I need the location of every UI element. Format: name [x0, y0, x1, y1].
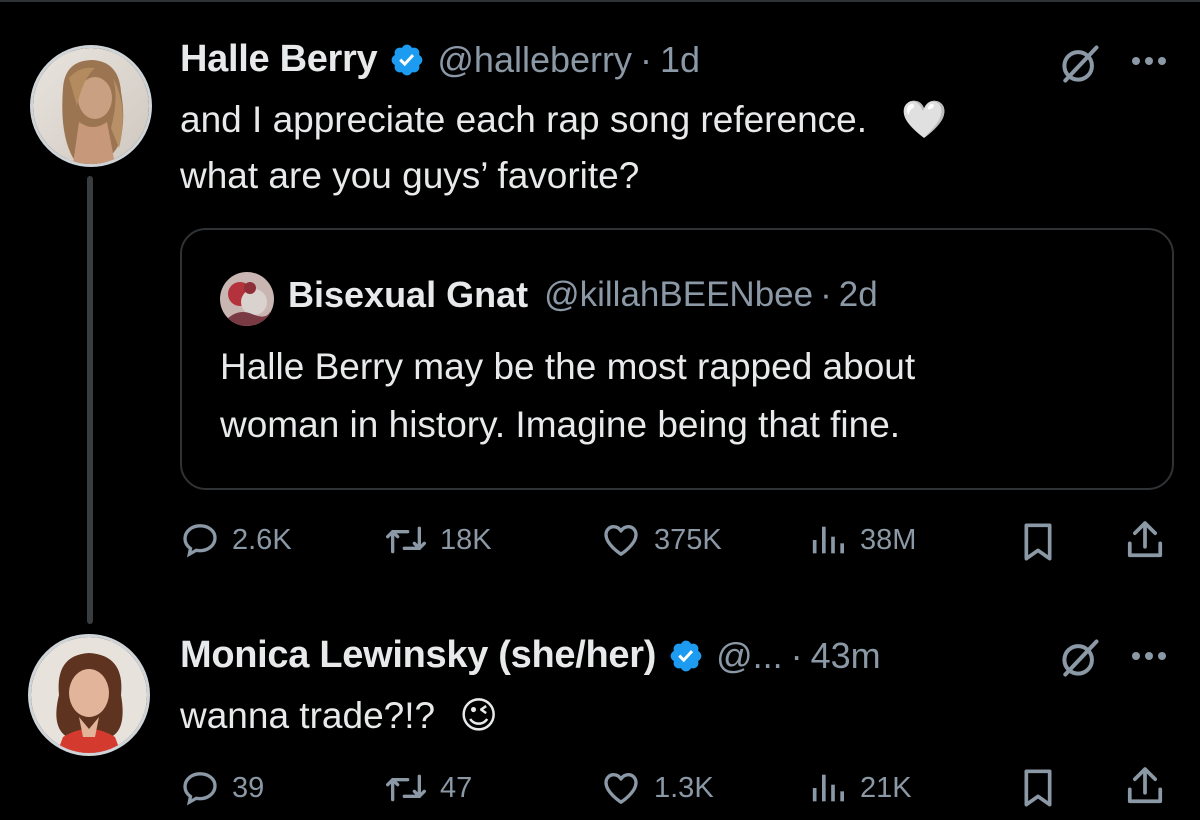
like-count: 375K — [654, 523, 722, 556]
repost-button[interactable]: 18K — [384, 520, 492, 560]
tweet-header: Halle Berry @halleberry · 1d — [180, 38, 700, 81]
author-handle[interactable]: @halleberry — [437, 39, 632, 81]
views-count: 21K — [860, 771, 912, 804]
separator-dot: · — [820, 275, 832, 314]
quoted-author-name[interactable]: Bisexual Gnat — [288, 274, 528, 316]
quoted-tweet-card[interactable]: Bisexual Gnat @killahBEENbee · 2d Halle … — [180, 228, 1174, 490]
author-name[interactable]: Halle Berry — [180, 38, 378, 81]
reply-button[interactable]: 2.6K — [180, 520, 292, 560]
quoted-author-handle[interactable]: @killahBEENbee — [544, 275, 813, 315]
grok-icon[interactable] — [1058, 636, 1102, 680]
reply-count: 39 — [232, 771, 265, 804]
bookmark-icon — [1024, 523, 1052, 561]
separator-dot: · — [790, 634, 803, 676]
reply-button[interactable]: 39 — [180, 768, 264, 808]
views-chart-icon — [812, 526, 844, 554]
tweet-text-line: wanna trade?!? 😉 — [180, 688, 498, 744]
author-name[interactable]: Monica Lewinsky (she/her) — [180, 634, 656, 677]
repost-count: 47 — [440, 771, 473, 804]
bookmark-button[interactable] — [1018, 520, 1058, 564]
divider — [0, 0, 1200, 2]
views-button[interactable]: 21K — [808, 768, 912, 808]
share-icon — [1127, 521, 1163, 558]
tweet-text-line: and I appreciate each rap song reference… — [180, 92, 947, 148]
reply-icon — [183, 524, 217, 558]
tweet-text: wanna trade?!? 😉 — [180, 688, 498, 744]
share-button[interactable] — [1124, 764, 1166, 808]
views-chart-icon — [812, 774, 844, 802]
tweet-text-line-2: what are you guys’ favorite? — [180, 155, 640, 196]
views-count: 38M — [860, 523, 917, 556]
tweet-text-line-1: and I appreciate each rap song reference… — [180, 99, 868, 140]
quoted-text-line-2: woman in history. Imagine being that fin… — [220, 404, 901, 445]
avatar[interactable] — [28, 634, 150, 756]
like-button[interactable]: 375K — [600, 520, 722, 560]
tweet-header: Monica Lewinsky (she/her) @... · 43m — [180, 634, 881, 677]
heart-icon — [604, 525, 638, 556]
views-button[interactable]: 38M — [808, 520, 916, 560]
more-options-icon[interactable] — [1130, 55, 1168, 67]
timestamp[interactable]: 43m — [811, 635, 881, 677]
winking-face-emoji: 😉 — [459, 695, 498, 736]
quoted-text-line-1: Halle Berry may be the most rapped about — [220, 346, 916, 387]
quoted-tweet-header: Bisexual Gnat @killahBEENbee · 2d — [288, 274, 878, 316]
more-options-icon[interactable] — [1130, 650, 1168, 662]
like-button[interactable]: 1.3K — [600, 768, 714, 808]
separator-dot: · — [640, 38, 652, 80]
tweet-text: and I appreciate each rap song reference… — [180, 92, 947, 204]
white-heart-emoji: 🤍 — [901, 99, 948, 140]
heart-icon — [604, 773, 638, 804]
like-count: 1.3K — [654, 771, 714, 804]
repost-button[interactable]: 47 — [384, 768, 472, 808]
tweet-thread: Halle Berry @halleberry · 1d and I appre… — [0, 0, 1200, 820]
timestamp[interactable]: 1d — [660, 39, 700, 81]
grok-icon[interactable] — [1058, 42, 1102, 86]
bookmark-button[interactable] — [1018, 766, 1058, 810]
reply-icon — [183, 772, 217, 806]
quoted-timestamp[interactable]: 2d — [839, 275, 878, 315]
avatar[interactable] — [30, 45, 152, 167]
verified-badge-icon — [392, 44, 423, 75]
reply-count: 2.6K — [232, 523, 292, 556]
verified-badge-icon — [670, 640, 702, 671]
thread-connector — [87, 176, 93, 624]
author-handle[interactable]: @... — [716, 635, 783, 677]
quoted-tweet-text: Halle Berry may be the most rapped about… — [220, 338, 915, 454]
repost-count: 18K — [440, 523, 492, 556]
share-icon — [1127, 767, 1163, 804]
tweet-text-line-1: wanna trade?!? — [180, 695, 436, 736]
repost-icon — [385, 526, 426, 554]
repost-icon — [385, 774, 426, 802]
share-button[interactable] — [1124, 518, 1166, 562]
bookmark-icon — [1024, 769, 1052, 807]
avatar[interactable] — [220, 272, 274, 326]
